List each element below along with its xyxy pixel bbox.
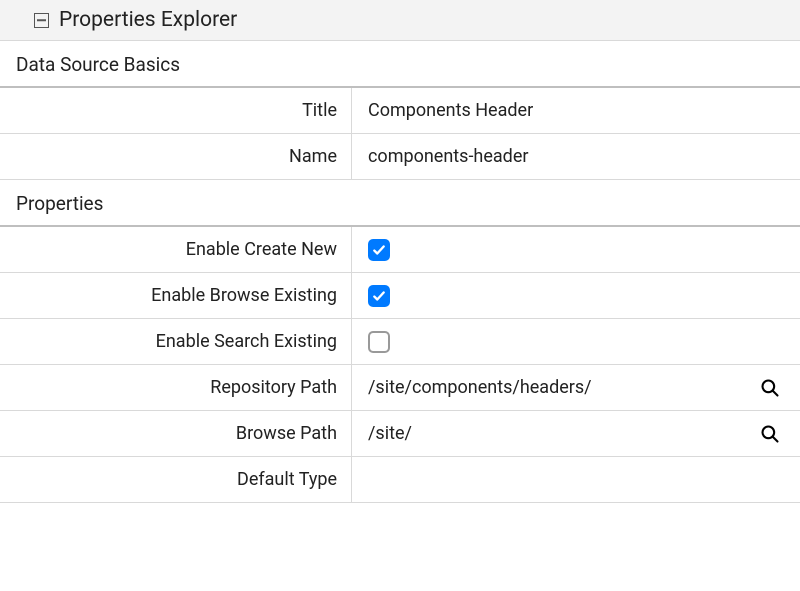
- checkbox-enable-create-new[interactable]: [368, 239, 390, 261]
- checkbox-enable-search-existing[interactable]: [368, 331, 390, 353]
- browse-repository-path-button[interactable]: [756, 378, 784, 398]
- panel-title: Properties Explorer: [59, 8, 237, 32]
- row-name: Name components-header: [0, 134, 800, 180]
- text-browse-path: /site/: [368, 423, 756, 444]
- row-enable-browse-existing: Enable Browse Existing: [0, 273, 800, 319]
- value-title[interactable]: Components Header: [352, 88, 800, 133]
- label-title: Title: [0, 88, 352, 133]
- search-icon: [760, 378, 780, 398]
- properties-explorer-panel: Properties Explorer Data Source Basics T…: [0, 0, 800, 503]
- row-title: Title Components Header: [0, 88, 800, 134]
- section-header-properties: Properties: [0, 180, 800, 227]
- value-enable-search-existing: [352, 319, 800, 364]
- row-repository-path: Repository Path /site/components/headers…: [0, 365, 800, 411]
- row-enable-search-existing: Enable Search Existing: [0, 319, 800, 365]
- checkbox-enable-browse-existing[interactable]: [368, 285, 390, 307]
- value-enable-create-new: [352, 227, 800, 272]
- section-header-basics: Data Source Basics: [0, 41, 800, 88]
- row-default-type: Default Type: [0, 457, 800, 503]
- checkmark-icon: [372, 289, 386, 303]
- value-name[interactable]: components-header: [352, 134, 800, 179]
- checkmark-icon: [372, 243, 386, 257]
- label-enable-browse-existing: Enable Browse Existing: [0, 273, 352, 318]
- row-enable-create-new: Enable Create New: [0, 227, 800, 273]
- label-browse-path: Browse Path: [0, 411, 352, 456]
- label-default-type: Default Type: [0, 457, 352, 502]
- text-repository-path: /site/components/headers/: [368, 377, 756, 398]
- search-icon: [760, 424, 780, 444]
- value-repository-path[interactable]: /site/components/headers/: [352, 365, 800, 410]
- row-browse-path: Browse Path /site/: [0, 411, 800, 457]
- value-enable-browse-existing: [352, 273, 800, 318]
- label-enable-search-existing: Enable Search Existing: [0, 319, 352, 364]
- collapse-icon[interactable]: [34, 13, 49, 28]
- value-default-type[interactable]: [352, 457, 800, 502]
- browse-browse-path-button[interactable]: [756, 424, 784, 444]
- label-name: Name: [0, 134, 352, 179]
- value-browse-path[interactable]: /site/: [352, 411, 800, 456]
- panel-header: Properties Explorer: [0, 0, 800, 41]
- label-repository-path: Repository Path: [0, 365, 352, 410]
- label-enable-create-new: Enable Create New: [0, 227, 352, 272]
